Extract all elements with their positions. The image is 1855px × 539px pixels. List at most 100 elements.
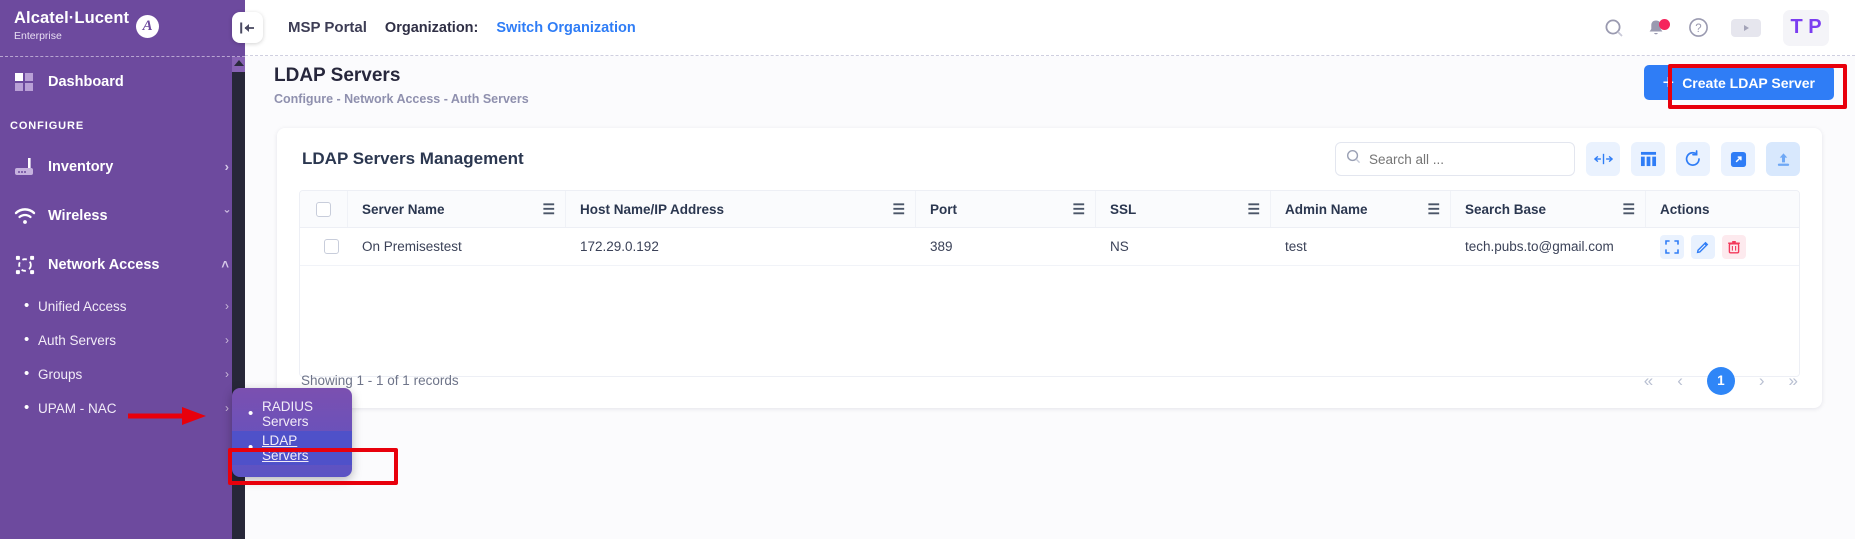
- chevron-right-icon: ›: [225, 401, 229, 415]
- table-row[interactable]: On Premisestest 172.29.0.192 389 NS test…: [300, 228, 1799, 266]
- column-header-host[interactable]: Host Name/IP Address ☰: [566, 191, 916, 227]
- sidebar-section-configure: CONFIGURE: [10, 120, 85, 132]
- upload-icon[interactable]: [1766, 142, 1800, 176]
- row-delete-icon[interactable]: [1722, 234, 1746, 259]
- cell-server-name: On Premisestest: [362, 239, 462, 254]
- search-icon[interactable]: [1604, 18, 1624, 38]
- sidebar-item-wireless[interactable]: Wireless ˇ: [0, 191, 245, 240]
- fit-columns-icon[interactable]: [1586, 142, 1620, 176]
- sidebar-item-dashboard[interactable]: Dashboard: [0, 57, 245, 106]
- search-icon: [1346, 149, 1361, 169]
- column-menu-icon[interactable]: ☰: [1072, 201, 1085, 218]
- chevron-right-icon: ›: [225, 333, 229, 347]
- column-menu-icon[interactable]: ☰: [542, 201, 555, 218]
- brand-name: Alcatel·Lucent: [14, 9, 130, 27]
- pagination-last[interactable]: »: [1789, 371, 1798, 391]
- chevron-right-icon: ›: [224, 159, 229, 174]
- column-label: Admin Name: [1285, 201, 1368, 217]
- search-input[interactable]: [1369, 151, 1564, 167]
- pagination: « ‹ 1 › »: [1644, 366, 1798, 395]
- top-bar: MSP Portal Organization: Switch Organiza…: [245, 0, 1855, 56]
- flyout-item-label: LDAP Servers: [262, 433, 309, 463]
- switch-organization-link[interactable]: Switch Organization: [496, 20, 635, 36]
- column-label: Server Name: [362, 201, 445, 217]
- brand-logo[interactable]: Alcatel·Lucent Enterprise A: [0, 0, 245, 56]
- column-header-admin-name[interactable]: Admin Name ☰: [1271, 191, 1451, 227]
- svg-text:?: ?: [1695, 23, 1701, 35]
- help-icon[interactable]: ?: [1688, 17, 1709, 38]
- pagination-prev[interactable]: ‹: [1677, 371, 1683, 391]
- sidebar-item-label: Auth Servers: [38, 332, 117, 348]
- search-box[interactable]: [1335, 142, 1575, 176]
- cell-port: 389: [930, 239, 953, 254]
- flyout-item-ldap-servers[interactable]: • LDAP Servers: [232, 431, 352, 465]
- cell-search-base: tech.pubs.to@gmail.com: [1465, 239, 1614, 254]
- column-menu-icon[interactable]: ☰: [892, 201, 905, 218]
- sidebar-item-label: Inventory: [48, 158, 114, 175]
- expand-icon[interactable]: [1721, 142, 1755, 176]
- column-label: Actions: [1660, 201, 1710, 217]
- chevron-up-icon: ˄: [221, 257, 229, 272]
- select-all-header: [300, 191, 348, 227]
- organization-label: Organization:: [384, 19, 479, 36]
- brand-sub: Enterprise: [14, 30, 62, 42]
- sidebar: Alcatel·Lucent Enterprise A Dashboard CO…: [0, 0, 245, 539]
- sidebar-item-upam-nac[interactable]: • UPAM - NAC ›: [0, 391, 245, 425]
- column-header-server-name[interactable]: Server Name ☰: [348, 191, 566, 227]
- row-select-cell: [300, 228, 348, 265]
- sidebar-item-label: Network Access: [48, 256, 160, 273]
- sidebar-item-label: Wireless: [48, 207, 108, 224]
- video-play-icon[interactable]: [1731, 18, 1761, 37]
- column-header-port[interactable]: Port ☰: [916, 191, 1096, 227]
- network-access-icon: [14, 255, 40, 275]
- flyout-item-label: RADIUS Servers: [262, 399, 314, 429]
- create-ldap-server-button[interactable]: + Create LDAP Server: [1643, 65, 1834, 100]
- scroll-up-arrow-icon[interactable]: [233, 60, 244, 66]
- create-button-label: Create LDAP Server: [1682, 74, 1815, 91]
- cell-host: 172.29.0.192: [580, 239, 659, 254]
- app-root: Alcatel·Lucent Enterprise A Dashboard CO…: [0, 0, 1855, 539]
- pagination-current-page[interactable]: 1: [1706, 366, 1735, 395]
- pagination-next[interactable]: ›: [1759, 371, 1765, 391]
- ldap-servers-table: Server Name ☰ Host Name/IP Address ☰ Por…: [299, 190, 1800, 377]
- page-title: LDAP Servers: [274, 65, 401, 86]
- column-header-search-base[interactable]: Search Base ☰: [1451, 191, 1646, 227]
- chevron-down-icon: ˇ: [224, 208, 229, 223]
- sidebar-item-inventory[interactable]: Inventory ›: [0, 142, 245, 191]
- sidebar-collapse-button[interactable]: [232, 12, 263, 43]
- sidebar-item-network-access[interactable]: Network Access ˄: [0, 240, 245, 289]
- row-checkbox[interactable]: [323, 239, 339, 254]
- sidebar-item-label: UPAM - NAC: [38, 400, 117, 416]
- notifications-bell-icon[interactable]: [1646, 18, 1670, 38]
- card-footer: Showing 1 - 1 of 1 records « ‹ 1 › »: [277, 353, 1822, 408]
- pagination-first[interactable]: «: [1644, 371, 1653, 391]
- select-all-checkbox[interactable]: [316, 201, 331, 217]
- collapse-left-icon: [239, 22, 254, 33]
- grid-icon: [14, 72, 40, 92]
- sidebar-item-groups[interactable]: • Groups ›: [0, 357, 245, 391]
- auth-servers-flyout-menu: • RADIUS Servers • LDAP Servers: [232, 388, 352, 477]
- row-edit-icon[interactable]: [1691, 234, 1715, 259]
- column-menu-icon[interactable]: ☰: [1427, 201, 1440, 218]
- row-expand-icon[interactable]: [1660, 234, 1684, 259]
- user-avatar[interactable]: T P: [1783, 9, 1829, 46]
- flyout-item-radius-servers[interactable]: • RADIUS Servers: [232, 397, 352, 431]
- plus-icon: +: [1662, 71, 1675, 94]
- column-menu-icon[interactable]: ☰: [1622, 201, 1635, 218]
- ldap-servers-card: LDAP Servers Management Search all ... S…: [277, 128, 1822, 408]
- page-header: LDAP Servers Configure - Network Access …: [245, 56, 1855, 112]
- refresh-icon[interactable]: [1676, 142, 1710, 176]
- table-header-row: Server Name ☰ Host Name/IP Address ☰ Por…: [300, 191, 1799, 228]
- column-label: Host Name/IP Address: [580, 201, 725, 217]
- cell-ssl: NS: [1110, 239, 1129, 254]
- sidebar-item-unified-access[interactable]: • Unified Access ›: [0, 289, 245, 323]
- top-bar-left: MSP Portal Organization: Switch Organiza…: [288, 19, 636, 36]
- column-label: SSL: [1110, 201, 1137, 217]
- breadcrumb: Configure - Network Access - Auth Server…: [274, 92, 529, 106]
- sidebar-item-auth-servers[interactable]: • Auth Servers ›: [0, 323, 245, 357]
- column-header-ssl[interactable]: SSL ☰: [1096, 191, 1271, 227]
- sidebar-body: Dashboard CONFIGURE Inventory › Wireless…: [0, 57, 245, 539]
- notification-badge-dot: [1659, 18, 1670, 30]
- columns-icon[interactable]: [1631, 142, 1665, 176]
- column-menu-icon[interactable]: ☰: [1247, 201, 1260, 218]
